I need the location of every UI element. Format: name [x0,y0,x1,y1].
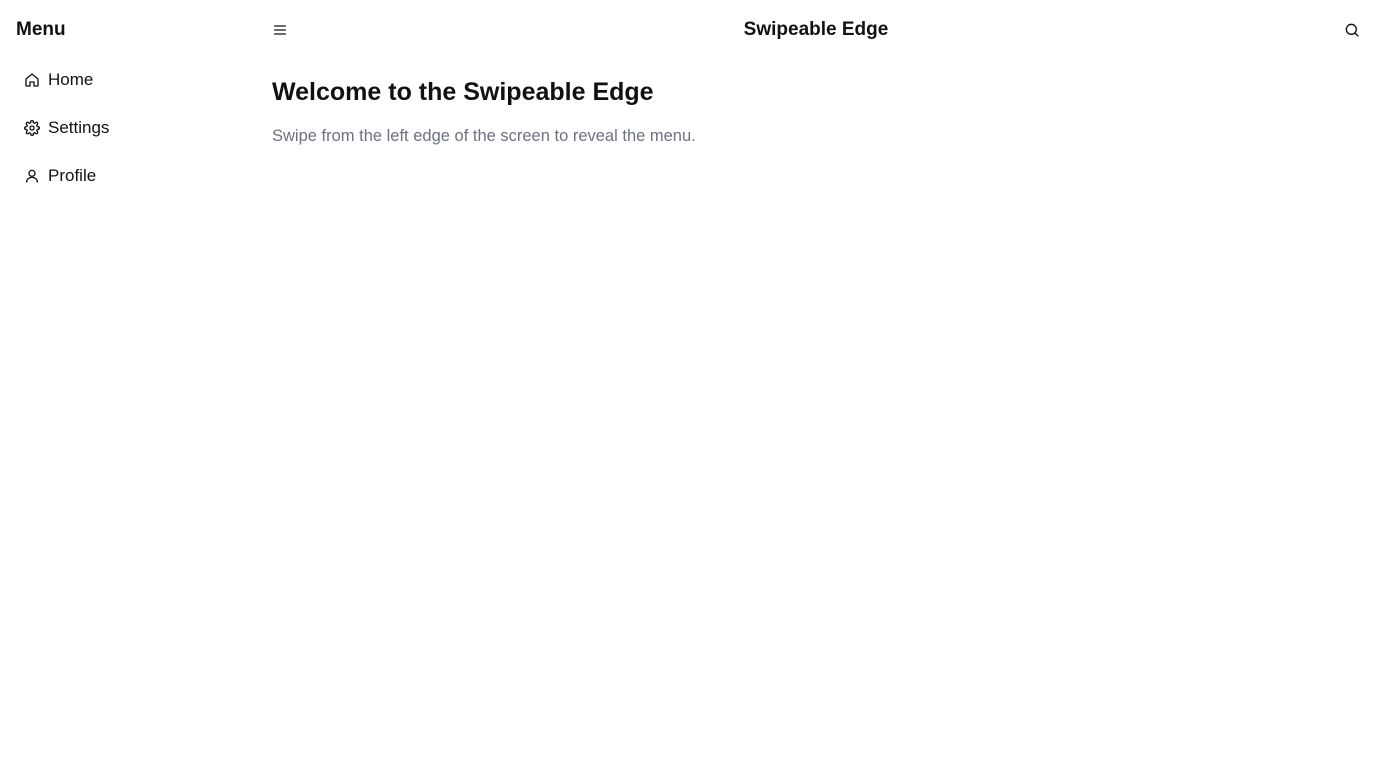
search-icon [1345,23,1359,37]
sidebar-item-settings[interactable]: Settings [16,112,240,144]
sidebar-item-label: Home [48,70,94,89]
app-root: Menu Home Settings Profile Swipeable Edg… [0,0,1376,768]
sidebar: Menu Home Settings Profile [0,0,256,768]
search-button[interactable] [1340,20,1364,40]
sidebar-item-label: Profile [48,166,97,185]
user-icon [24,168,40,184]
sidebar-item-profile[interactable]: Profile [16,160,240,192]
sidebar-item-label: Settings [48,118,110,137]
page-subtitle: Swipe from the left edge of the screen t… [272,127,696,145]
sidebar-nav: Home Settings Profile [16,64,240,208]
home-icon [24,72,40,88]
page-title: Welcome to the Swipeable Edge [272,78,654,106]
sidebar-title: Menu [16,19,66,40]
hamburger-icon [274,25,286,35]
top-header: Swipeable Edge [256,0,1376,60]
app-title: Swipeable Edge [743,19,889,40]
gear-icon [24,120,40,136]
main-content: Welcome to the Swipeable Edge Swipe from… [272,76,1352,146]
menu-toggle-button[interactable] [268,20,292,40]
sidebar-item-home[interactable]: Home [16,64,240,96]
